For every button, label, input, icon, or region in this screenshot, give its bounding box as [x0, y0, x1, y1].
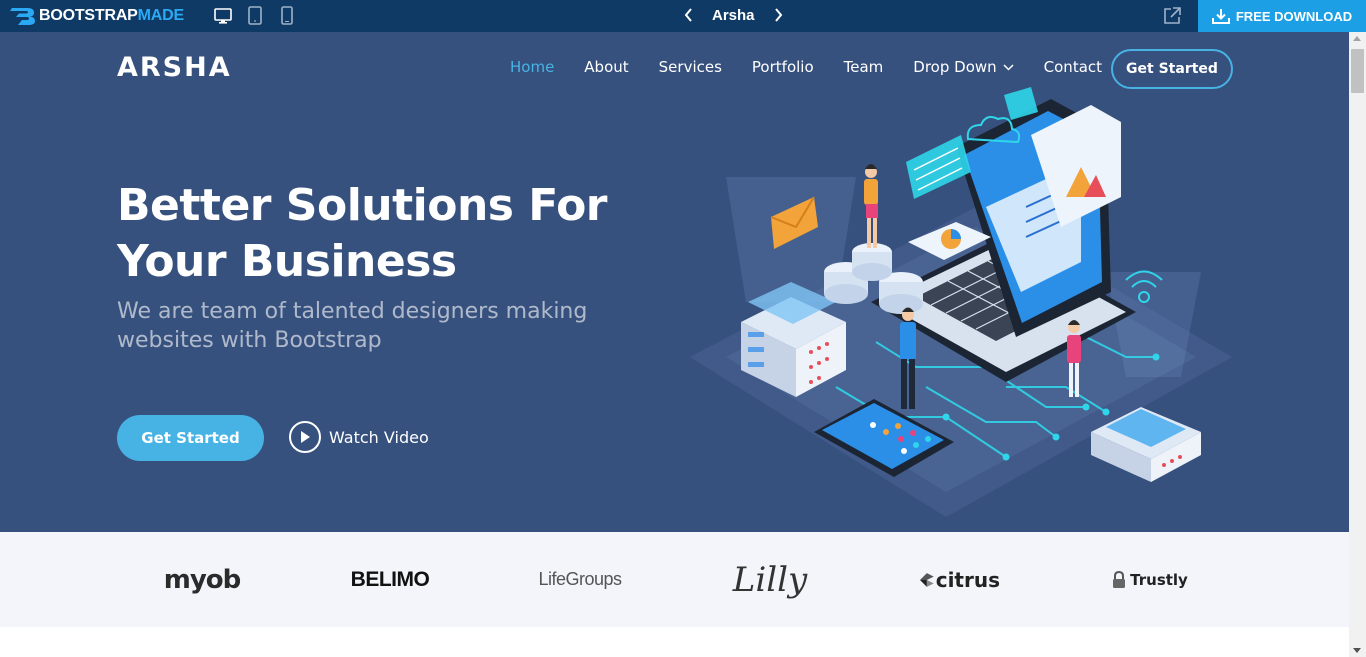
- bootstrapmade-logo-icon: [10, 8, 35, 25]
- watch-video-label: Watch Video: [329, 427, 429, 447]
- external-link-icon[interactable]: [1162, 6, 1182, 26]
- bootstrapmade-logo[interactable]: BOOTSTRAPMADE: [10, 6, 184, 26]
- hero-title-line1: Better Solutions For: [117, 180, 608, 231]
- client-logo-lifegroups: LifeGroups: [538, 569, 622, 589]
- header-get-started-button[interactable]: Get Started: [1111, 49, 1233, 89]
- preview-topbar: BOOTSTRAPMADE Arsha FREE DOWNLOAD: [0, 0, 1366, 32]
- play-icon: [289, 421, 321, 453]
- download-icon: [1211, 9, 1230, 24]
- hero-subtitle: We are team of talented designers making…: [117, 299, 588, 353]
- client-logo-citrus: citrus: [920, 532, 1000, 627]
- nav-services[interactable]: Services: [659, 58, 722, 76]
- client-logo-lilly: Lilly: [732, 559, 808, 600]
- free-download-label: FREE DOWNLOAD: [1235, 8, 1353, 24]
- nav-dropdown-label: Drop Down: [913, 58, 997, 76]
- page-scrollbar[interactable]: [1349, 32, 1366, 657]
- nav-contact[interactable]: Contact: [1044, 58, 1102, 76]
- scroll-up-arrow-icon[interactable]: [1353, 36, 1361, 41]
- hero-title: Better Solutions For Your Business: [117, 178, 677, 290]
- template-navigator: Arsha: [682, 5, 785, 25]
- nav-portfolio[interactable]: Portfolio: [752, 58, 814, 76]
- watch-video-button[interactable]: Watch Video: [289, 421, 429, 453]
- client-logo-citrus-label: citrus: [935, 567, 1000, 592]
- client-logo-myob: myob: [163, 564, 242, 595]
- mobile-icon[interactable]: [278, 6, 296, 25]
- client-logo-trustly: Trustly: [1110, 532, 1190, 627]
- hero-illustration: [690, 87, 1232, 517]
- nav-team[interactable]: Team: [844, 58, 884, 76]
- hero-get-started-button[interactable]: Get Started: [117, 415, 264, 461]
- hero-title-line2: Your Business: [117, 236, 457, 287]
- padlock-icon: [1113, 570, 1126, 588]
- client-logo-belimo: BELIMO: [350, 567, 430, 591]
- device-switcher: [214, 6, 296, 25]
- nav-about[interactable]: About: [584, 58, 628, 76]
- desktop-icon[interactable]: [214, 6, 232, 25]
- main-nav: Home About Services Portfolio Team Drop …: [510, 58, 1132, 76]
- chevron-down-icon: [1003, 63, 1014, 71]
- free-download-button[interactable]: FREE DOWNLOAD: [1198, 0, 1366, 32]
- bootstrapmade-wordmark: BOOTSTRAPMADE: [39, 7, 184, 24]
- scroll-down-arrow-icon[interactable]: [1353, 648, 1361, 653]
- chevron-right-icon[interactable]: [773, 5, 785, 25]
- client-logo-trustly-label: Trustly: [1130, 570, 1188, 589]
- nav-home[interactable]: Home: [510, 58, 554, 76]
- tablet-icon[interactable]: [246, 6, 264, 25]
- scrollbar-thumb[interactable]: [1351, 49, 1364, 93]
- citrus-mark-icon: [920, 572, 934, 587]
- chevron-left-icon[interactable]: [682, 5, 694, 25]
- nav-dropdown[interactable]: Drop Down: [913, 58, 1014, 76]
- hero-section: ARSHA Home About Services Portfolio Team…: [0, 32, 1349, 532]
- clients-section: myob BELIMO LifeGroups Lilly citrus Trus…: [0, 532, 1349, 627]
- template-name: Arsha: [712, 6, 755, 24]
- site-logo[interactable]: ARSHA: [117, 52, 232, 83]
